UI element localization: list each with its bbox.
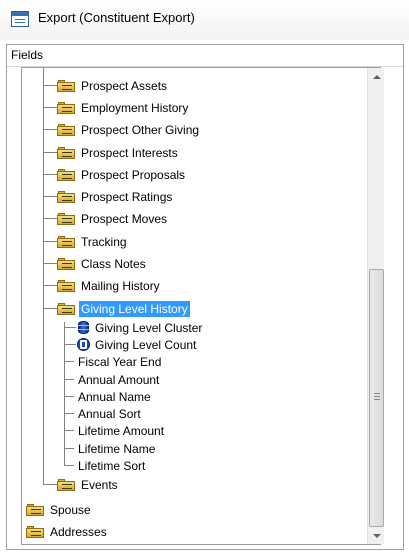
tree-vertical-scrollbar[interactable] [367, 68, 384, 544]
tree-branch [43, 308, 57, 309]
tree-node-label: Giving Level Cluster [95, 320, 203, 335]
tree-connector-main [43, 68, 44, 484]
tree-node-label: Mailing History [81, 278, 160, 293]
tree-node-lifetime-name[interactable]: Lifetime Name [76, 440, 157, 457]
tree-node-label: Events [81, 477, 118, 492]
tree-branch [64, 344, 76, 345]
tree-branch [64, 465, 74, 466]
tree-node-employment-history[interactable]: Employment History [57, 99, 190, 116]
tree-node-label: Spouse [50, 502, 91, 517]
tree-node-label: Prospect Ratings [81, 189, 173, 204]
tree-node-giving-level-history[interactable]: Giving Level History [57, 300, 190, 317]
folder-icon [57, 190, 76, 204]
window-title: Export (Constituent Export) [38, 10, 195, 25]
tree-node-label: Prospect Moves [81, 211, 168, 226]
tree-branch [43, 85, 57, 86]
folder-icon [57, 257, 76, 271]
scroll-up-button[interactable] [368, 68, 385, 85]
tree-node-label: Fiscal Year End [78, 354, 162, 369]
arrow-up-icon [372, 74, 381, 79]
tree-node-addresses[interactable]: Addresses [26, 523, 109, 540]
tree-node-label: Annual Amount [78, 372, 160, 387]
tree-node-label: Prospect Proposals [81, 167, 186, 182]
folder-icon [26, 503, 45, 517]
tree-branch [43, 484, 57, 485]
folder-icon [57, 79, 76, 93]
tree-node-prospect-other-giving[interactable]: Prospect Other Giving [57, 121, 201, 138]
folder-icon [57, 279, 76, 293]
tree-node-label: Giving Level Count [95, 337, 197, 352]
tree-branch [43, 241, 57, 242]
tree-node-annual-name[interactable]: Annual Name [76, 388, 153, 405]
tree-node-label: Lifetime Amount [78, 423, 165, 438]
tree-node-label: Employment History [81, 100, 189, 115]
tree-node-giving-level-cluster[interactable]: Giving Level Cluster [76, 319, 204, 336]
tree-node-fiscal-year-end[interactable]: Fiscal Year End [76, 353, 163, 370]
folder-icon [57, 235, 76, 249]
tree-branch [43, 152, 57, 153]
tree-node-label: Prospect Other Giving [81, 122, 200, 137]
tree-node-label: Lifetime Name [78, 441, 156, 456]
scroll-down-button[interactable] [368, 527, 385, 544]
fields-tree[interactable]: Prospect Assets Employment History Prosp… [21, 67, 381, 545]
tree-branch [43, 263, 57, 264]
export-window-icon [11, 11, 29, 27]
tree-node-class-notes[interactable]: Class Notes [57, 255, 148, 272]
tree-node-label: Prospect Assets [81, 78, 168, 93]
folder-icon [57, 123, 76, 137]
folder-icon [26, 525, 45, 539]
folder-icon [57, 478, 76, 492]
open-folder-icon [57, 302, 76, 316]
tree-node-label: Addresses [50, 524, 107, 539]
tree-branch [43, 218, 57, 219]
tree-node-label: Lifetime Sort [78, 458, 146, 473]
arrow-down-icon [372, 533, 381, 538]
tree-branch [64, 361, 74, 362]
title-bar[interactable]: Export (Constituent Export) [0, 0, 409, 40]
tree-node-mailing-history[interactable]: Mailing History [57, 277, 162, 294]
tree-branch [64, 327, 76, 328]
tree-node-label: Annual Sort [78, 406, 141, 421]
tree-branch [43, 129, 57, 130]
tree-branch [43, 107, 57, 108]
database-icon [76, 320, 90, 335]
folder-icon [57, 146, 76, 160]
tree-branch [43, 174, 57, 175]
scrollbar-thumb[interactable] [369, 269, 384, 527]
tree-branch [64, 430, 74, 431]
tree-node-annual-sort[interactable]: Annual Sort [76, 405, 143, 422]
folder-icon [57, 168, 76, 182]
tree-node-prospect-moves[interactable]: Prospect Moves [57, 210, 169, 227]
tree-node-label: Tracking [81, 234, 127, 249]
tree-node-annual-amount[interactable]: Annual Amount [76, 371, 161, 388]
tree-node-events[interactable]: Events [57, 476, 120, 493]
tree-node-tracking[interactable]: Tracking [57, 233, 129, 250]
tree-node-label: Giving Level History [79, 300, 190, 317]
tree-branch [64, 379, 74, 380]
folder-icon [57, 101, 76, 115]
tree-branch [64, 448, 74, 449]
tree-node-prospect-interests[interactable]: Prospect Interests [57, 144, 180, 161]
tree-node-label: Annual Name [78, 389, 151, 404]
tree-node-prospect-assets[interactable]: Prospect Assets [57, 77, 169, 94]
tree-node-giving-level-count[interactable]: Giving Level Count [76, 336, 198, 353]
tree-node-prospect-proposals[interactable]: Prospect Proposals [57, 166, 187, 183]
tree-node-lifetime-amount[interactable]: Lifetime Amount [76, 422, 166, 439]
tree-branch [43, 285, 57, 286]
tree-branch [43, 196, 57, 197]
tree-node-label: Class Notes [81, 256, 146, 271]
tree-node-lifetime-sort[interactable]: Lifetime Sort [76, 457, 147, 474]
tree-branch [64, 396, 74, 397]
tree-branch [64, 413, 74, 414]
tree-node-label: Prospect Interests [81, 145, 178, 160]
fields-label: Fields [11, 48, 44, 62]
tree-node-spouse[interactable]: Spouse [26, 501, 93, 518]
folder-icon [57, 212, 76, 226]
count-icon [76, 337, 90, 352]
tree-node-prospect-ratings[interactable]: Prospect Ratings [57, 188, 174, 205]
export-window: Export (Constituent Export) Fields Prosp… [0, 0, 409, 553]
